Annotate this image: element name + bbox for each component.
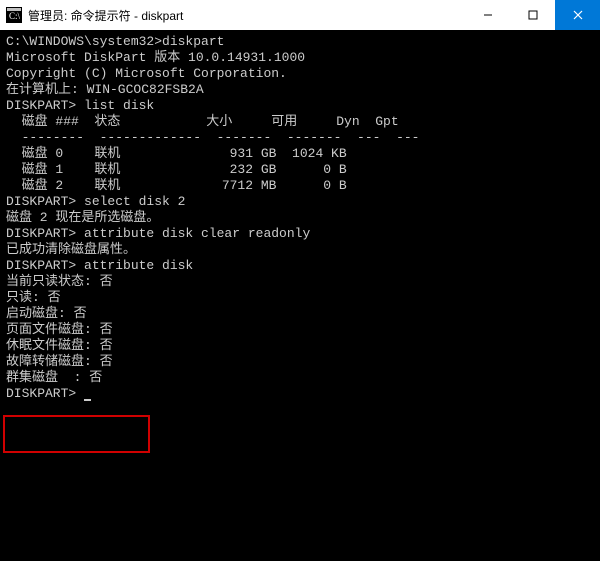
console-line: DISKPART> list disk [6,98,594,114]
console-line: 当前只读状态: 否 [6,274,594,290]
console-line: 磁盘 2 联机 7712 MB 0 B [6,178,594,194]
cursor [84,387,91,401]
window-title: 管理员: 命令提示符 - diskpart [28,7,183,24]
console-line: Copyright (C) Microsoft Corporation. [6,66,594,82]
minimize-button[interactable] [465,0,510,30]
cmd-icon: C:\ [6,7,22,23]
console-line: 启动磁盘: 否 [6,306,594,322]
console-line: DISKPART> attribute disk clear readonly [6,226,594,242]
console-line: 磁盘 1 联机 232 GB 0 B [6,162,594,178]
console-line: 群集磁盘 : 否 [6,370,594,386]
console-line: 磁盘 ### 状态 大小 可用 Dyn Gpt [6,114,594,130]
console-line: DISKPART> [6,386,594,402]
titlebar-left: C:\ 管理员: 命令提示符 - diskpart [6,7,183,24]
console-line: 在计算机上: WIN-GCOC82FSB2A [6,82,594,98]
console-line: C:\WINDOWS\system32>diskpart [6,34,594,50]
console-line: 只读: 否 [6,290,594,306]
console-line: -------- ------------- ------- ------- -… [6,130,594,146]
console-line: DISKPART> select disk 2 [6,194,594,210]
titlebar[interactable]: C:\ 管理员: 命令提示符 - diskpart [0,0,600,30]
window-controls [465,0,600,30]
console-line: 已成功清除磁盘属性。 [6,242,594,258]
console-line: Microsoft DiskPart 版本 10.0.14931.1000 [6,50,594,66]
svg-text:C:\: C:\ [9,11,21,21]
console-line: 磁盘 2 现在是所选磁盘。 [6,210,594,226]
console-line: 磁盘 0 联机 931 GB 1024 KB [6,146,594,162]
cmd-window: C:\ 管理员: 命令提示符 - diskpart C:\WINDOWS\sys… [0,0,600,561]
maximize-button[interactable] [510,0,555,30]
console-line: 休眠文件磁盘: 否 [6,338,594,354]
console-line: 页面文件磁盘: 否 [6,322,594,338]
console-output[interactable]: C:\WINDOWS\system32>diskpartMicrosoft Di… [0,30,600,561]
console-line: 故障转储磁盘: 否 [6,354,594,370]
close-button[interactable] [555,0,600,30]
console-line: DISKPART> attribute disk [6,258,594,274]
